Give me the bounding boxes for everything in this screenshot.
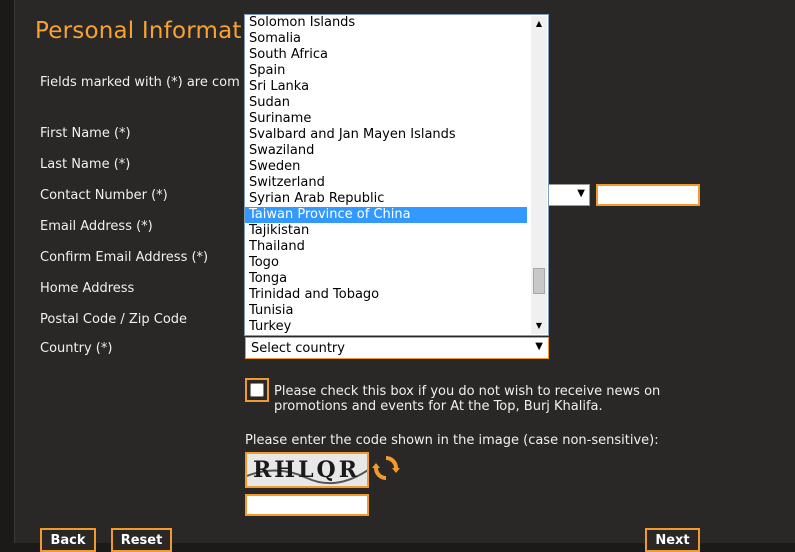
scroll-up-icon[interactable]: ▲ — [531, 16, 547, 32]
country-label: Country (*) — [40, 341, 113, 356]
chevron-down-icon: ▼ — [577, 188, 585, 199]
refresh-captcha-icon[interactable] — [372, 454, 400, 482]
country-select-value: Select country — [251, 341, 345, 356]
email-label: Email Address (*) — [40, 219, 153, 234]
country-option[interactable]: South Africa — [245, 47, 527, 63]
country-option[interactable]: Tunisia — [245, 303, 527, 319]
country-option[interactable]: Syrian Arab Republic — [245, 191, 527, 207]
country-option[interactable]: Thailand — [245, 239, 527, 255]
captcha-image: RHLQR — [245, 452, 369, 488]
reset-button[interactable]: Reset — [111, 528, 172, 552]
country-option[interactable]: Taiwan Province of China — [245, 207, 527, 223]
country-option[interactable]: Tajikistan — [245, 223, 527, 239]
country-option[interactable]: Swaziland — [245, 143, 527, 159]
captcha-code: RHLQR — [253, 457, 360, 483]
last-name-label: Last Name (*) — [40, 157, 131, 172]
contact-number-label: Contact Number (*) — [40, 188, 168, 203]
country-option[interactable]: Sweden — [245, 159, 527, 175]
country-option[interactable]: Solomon Islands — [245, 15, 527, 31]
captcha-input[interactable] — [245, 494, 369, 516]
captcha-label: Please enter the code shown in the image… — [245, 433, 659, 448]
required-fields-note: Fields marked with (*) are com — [40, 75, 240, 90]
checkbox-box — [250, 383, 264, 397]
contact-number-input[interactable] — [596, 184, 700, 206]
country-option[interactable]: Trinidad and Tobago — [245, 287, 527, 303]
dropdown-scrollbar[interactable]: ▲ ▼ — [531, 16, 547, 334]
newsletter-optout-text: Please check this box if you do not wish… — [274, 384, 661, 414]
back-button[interactable]: Back — [40, 528, 96, 552]
scroll-down-icon[interactable]: ▼ — [531, 318, 547, 334]
country-option[interactable]: Turkey — [245, 319, 527, 335]
page-title: Personal Informat — [35, 18, 242, 44]
country-options: Solomon Islands Somalia South Africa Spain S… — [245, 15, 527, 335]
first-name-label: First Name (*) — [40, 126, 131, 141]
country-option[interactable]: Togo — [245, 255, 527, 271]
scroll-thumb[interactable] — [533, 268, 545, 294]
confirm-email-label: Confirm Email Address (*) — [40, 250, 209, 265]
country-dropdown-list[interactable]: Solomon Islands Somalia South Africa Spain S… — [244, 14, 549, 336]
newsletter-optout-checkbox[interactable] — [245, 378, 269, 402]
country-option[interactable]: Tonga — [245, 271, 527, 287]
postal-code-label: Postal Code / Zip Code — [40, 312, 188, 327]
home-address-label: Home Address — [40, 281, 135, 296]
country-option[interactable]: Somalia — [245, 31, 527, 47]
country-option[interactable]: Switzerland — [245, 175, 527, 191]
country-option[interactable]: Spain — [245, 63, 527, 79]
country-option[interactable]: Sri Lanka — [245, 79, 527, 95]
country-option[interactable]: Sudan — [245, 95, 527, 111]
chevron-down-icon: ▼ — [535, 341, 543, 352]
country-option[interactable]: Svalbard and Jan Mayen Islands — [245, 127, 527, 143]
next-button[interactable]: Next — [645, 528, 700, 552]
country-option[interactable]: Suriname — [245, 111, 527, 127]
country-select[interactable]: Select country ▼ — [245, 337, 549, 359]
